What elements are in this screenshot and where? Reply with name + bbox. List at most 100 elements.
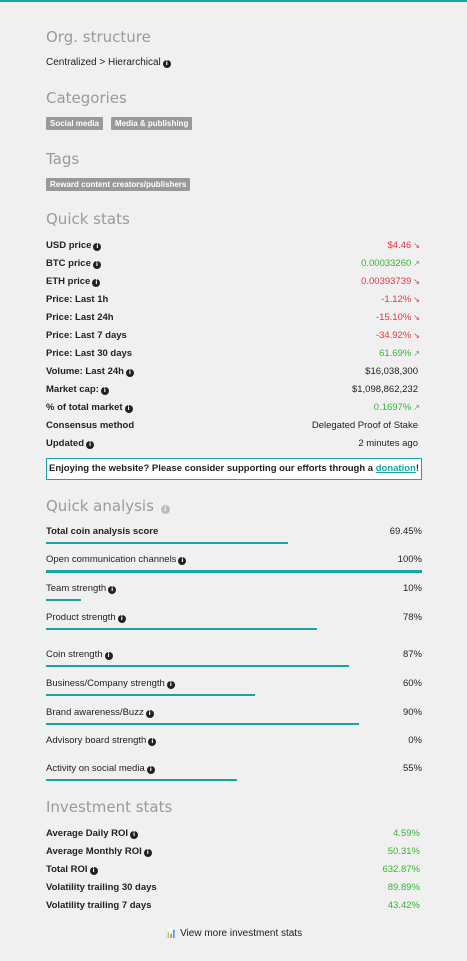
quick-stats-title: Quick stats [46,210,130,228]
info-icon[interactable]: i [160,505,170,514]
info-icon[interactable]: i [130,831,139,839]
trend-up-icon: ↗ [413,403,420,412]
analysis-label: Coin strength i [46,649,113,660]
trend-up-icon: ↗ [413,349,420,358]
investment-value: 43.42% [387,900,420,911]
quick-stat-row: Updated i 2 minutes ago [46,438,420,452]
quick-stat-label: Price: Last 1h [46,294,109,305]
analysis-value: 90% [402,707,422,718]
quick-stat-value: 61.69% ↗ [379,348,420,359]
quick-stat-value: $1,098,862,232 [352,384,418,395]
banner-suffix: ! [415,463,419,474]
analysis-label-text: Activity on social media [46,763,145,774]
analysis-progress-bar [46,779,237,781]
category-tag[interactable]: Media & publishing [111,117,193,130]
quick-stat-label: Consensus method [46,420,135,431]
investment-label-text: Average Monthly ROI [46,846,142,857]
analysis-row: Brand awareness/Buzz i 90% [46,707,422,731]
analysis-row: Team strength i 10% [46,583,422,607]
analysis-label-text: Business/Company strength [46,678,165,689]
quick-stat-label: ETH price i [46,276,101,287]
info-icon[interactable]: i [146,766,155,774]
investment-label: Average Monthly ROI i [46,846,152,857]
quick-stat-value-text: $1,098,862,232 [351,384,418,395]
analysis-label: Open communication channels i [46,554,187,565]
investment-stats-title: Investment stats [46,798,173,816]
quick-stat-value: $16,038,300 [365,366,418,377]
analysis-progress-bar [46,628,317,630]
info-icon[interactable]: i [166,681,175,689]
analysis-progress-bar [46,665,349,667]
investment-label: Average Daily ROI i [46,828,139,839]
info-icon[interactable]: i [86,441,94,449]
info-icon[interactable]: i [100,387,109,395]
analysis-value: 69.45% [389,526,422,537]
trend-down-icon: ↘ [413,295,420,304]
donation-banner: Enjoying the website? Please consider su… [46,458,422,480]
analysis-value: 10% [402,583,422,594]
analysis-row: Activity on social media i 55% [46,763,422,787]
categories-title: Categories [46,89,127,107]
view-more-investment-link[interactable]: 📊 View more investment stats [46,928,422,939]
analysis-row: Open communication channels i 100% [46,554,422,578]
analysis-label-text: Advisory board strength [46,735,147,746]
analysis-row: Coin strength i 87% [46,649,422,673]
info-icon[interactable]: i [93,243,102,251]
info-icon[interactable]: i [125,369,134,377]
quick-stat-value-text: Delegated Proof of Stake [311,420,418,431]
quick-stat-label: BTC price i [46,258,101,269]
investment-label: Total ROI i [46,864,98,875]
info-icon[interactable]: i [148,738,157,746]
quick-stat-value: 0.00393739 ↘ [361,276,420,287]
analysis-progress-bar [46,542,288,544]
quick-stat-value: -15.10% ↘ [376,312,420,323]
investment-value: 4.59% [393,828,420,839]
info-icon[interactable]: i [143,849,152,857]
quick-stat-value: Delegated Proof of Stake [312,420,418,431]
trend-down-icon: ↘ [413,313,420,322]
investment-row: Average Daily ROI i 4.59% [46,828,420,842]
quick-stat-value-text: 0.00393739 [361,276,412,287]
info-icon[interactable]: i [124,405,133,413]
analysis-row: Total coin analysis score 69.45% [46,526,422,550]
info-icon[interactable]: i [117,615,126,623]
investment-label-text: Volatility trailing 7 days [46,900,152,911]
tag-badge[interactable]: Reward content creators/publishers [46,178,191,191]
info-icon[interactable]: i [104,652,113,660]
quick-stat-label: USD price i [46,240,102,251]
analysis-label: Total coin analysis score [46,526,158,537]
analysis-value: 0% [408,735,422,746]
quick-stat-value: -1.12% ↘ [381,294,420,305]
quick-stat-row: Consensus method Delegated Proof of Stake [46,420,420,434]
analysis-value: 55% [402,763,422,774]
analysis-label-text: Total coin analysis score [46,526,159,537]
info-icon[interactable]: i [178,557,187,565]
quick-stat-row: Market cap: i $1,098,862,232 [46,384,420,398]
analysis-label: Business/Company strength i [46,678,175,689]
trend-down-icon: ↘ [413,241,420,250]
quick-stat-row: Price: Last 24h -15.10% ↘ [46,312,420,326]
info-icon[interactable]: i [162,60,171,68]
investment-value: 50.31% [387,846,420,857]
quick-stat-label: Price: Last 24h [46,312,114,323]
quick-stat-label: Updated i [46,438,94,449]
quick-stat-value-text: 0.1697% [373,402,412,413]
quick-stat-label: % of total market i [46,402,133,413]
trend-up-icon: ↗ [413,259,420,268]
investment-row: Average Monthly ROI i 50.31% [46,846,420,860]
category-tag[interactable]: Social media [46,117,103,130]
analysis-value: 60% [402,678,422,689]
quick-stat-row: Volume: Last 24h i $16,038,300 [46,366,420,380]
investment-label-text: Average Daily ROI [46,828,129,839]
analysis-label-text: Brand awareness/Buzz [46,707,144,718]
quick-stat-value: 0.1697% ↗ [374,402,420,413]
analysis-row: Advisory board strength i 0% [46,735,422,759]
info-icon[interactable]: i [108,586,117,594]
investment-label-text: Volatility trailing 30 days [46,882,157,893]
quick-stat-value: -34.92% ↘ [376,330,420,341]
info-icon[interactable]: i [89,867,98,875]
info-icon[interactable]: i [92,261,101,269]
info-icon[interactable]: i [92,279,101,287]
donation-link[interactable]: donation [376,463,416,474]
info-icon[interactable]: i [145,710,154,718]
